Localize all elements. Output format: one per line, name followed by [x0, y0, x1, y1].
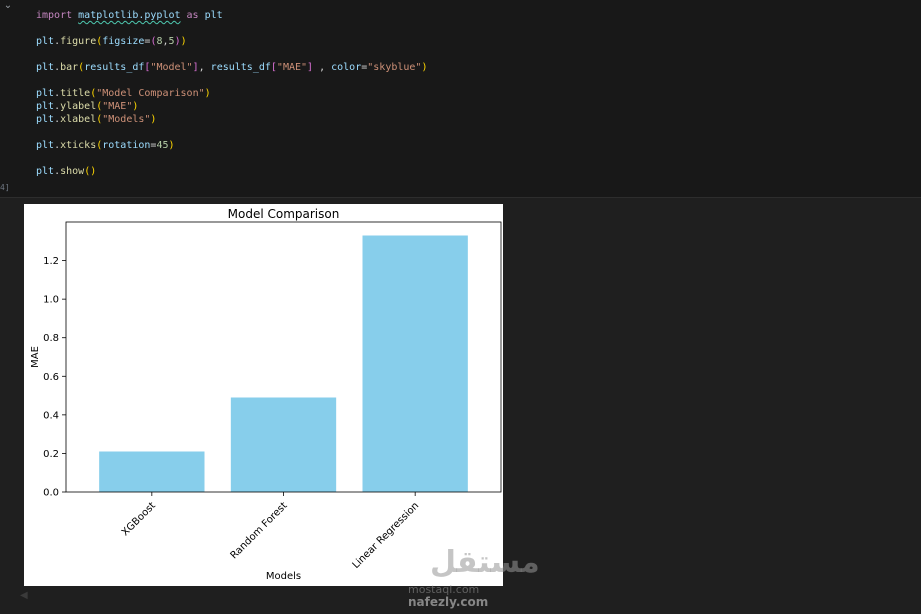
code-token: as: [180, 10, 205, 21]
bar-chart: Model Comparison MAE Models 0.0 0.2 0.4 0.6…: [30, 207, 502, 582]
x-tick-label: Linear Regression: [351, 500, 422, 571]
y-tick-label: 1.2: [43, 256, 59, 267]
code-token: 45: [156, 140, 169, 151]
code-token: plt: [204, 10, 223, 21]
x-tick-label: XGBoost: [120, 500, 158, 538]
y-tick-label: 0.0: [43, 488, 59, 499]
code-token: rotation: [102, 140, 151, 151]
code-token: ): [168, 140, 175, 151]
code-token: plt: [36, 88, 55, 99]
code-token: matplotlib.pyplot: [78, 10, 181, 21]
code-token: ,: [313, 62, 332, 73]
code-token: figure: [60, 36, 97, 47]
y-tick-label: 0.6: [43, 372, 59, 383]
code-token: show: [60, 166, 85, 177]
code-token: color: [331, 62, 362, 73]
cell-output: Model Comparison MAE Models 0.0 0.2 0.4 0.6…: [24, 204, 503, 586]
code-token: bar: [60, 62, 79, 73]
code-line: plt.title("Model Comparison"): [36, 87, 427, 100]
code-line: plt.show(): [36, 165, 427, 178]
code-token: results_df: [210, 62, 271, 73]
y-axis-label: MAE: [30, 346, 41, 368]
code-token: figsize: [102, 36, 145, 47]
execution-count: 4]: [0, 183, 10, 192]
watermark-text-2: nafezly.com: [408, 595, 489, 609]
chevron-down-icon[interactable]: ⌄: [2, 0, 14, 12]
code-token: ): [132, 101, 139, 112]
y-tick-label: 0.2: [43, 449, 59, 460]
code-editor[interactable]: import matplotlib.pyplot as plt plt.figur…: [36, 9, 427, 178]
code-line: import matplotlib.pyplot as plt: [36, 9, 427, 22]
code-line: plt.xlabel("Models"): [36, 113, 427, 126]
code-token: ): [180, 36, 187, 47]
code-token: ): [421, 62, 428, 73]
code-cell[interactable]: ⌄ 4] import matplotlib.pyplot as plt plt.…: [0, 0, 921, 198]
code-token: title: [60, 88, 91, 99]
code-token: xlabel: [60, 114, 97, 125]
code-token: plt: [36, 166, 55, 177]
code-token: results_df: [84, 62, 145, 73]
bar: [230, 397, 337, 492]
code-line: plt.xticks(rotation=45): [36, 139, 427, 152]
y-tick-label: 1.0: [43, 295, 59, 306]
code-line: plt.figure(figsize=(8,5)): [36, 35, 427, 48]
code-token: "Models": [102, 114, 151, 125]
code-line: plt.bar(results_df["Model"], results_df[…: [36, 61, 427, 74]
y-tick-label: 0.8: [43, 333, 59, 344]
code-token: plt: [36, 114, 55, 125]
code-token: "skyblue": [367, 62, 422, 73]
x-tick-label: Random Forest: [229, 500, 290, 561]
bar: [99, 451, 205, 492]
code-token: xticks: [60, 140, 97, 151]
code-line: plt.ylabel("MAE"): [36, 100, 427, 113]
code-token: ): [150, 114, 157, 125]
scroll-left-icon[interactable]: ◀: [20, 590, 30, 602]
code-token: plt: [36, 140, 55, 151]
code-token: plt: [36, 62, 55, 73]
code-token: import: [36, 10, 79, 21]
code-token: (): [84, 166, 97, 177]
notebook: ⌄ 4] import matplotlib.pyplot as plt plt.…: [0, 0, 921, 614]
y-tick-label: 0.4: [43, 410, 59, 421]
code-token: "Model Comparison": [96, 88, 205, 99]
code-token: plt: [36, 101, 55, 112]
chart-title: Model Comparison: [228, 207, 340, 221]
code-token: ylabel: [60, 101, 97, 112]
code-token: ): [204, 88, 211, 99]
code-token: ,: [198, 62, 211, 73]
code-token: "MAE": [102, 101, 133, 112]
bar: [362, 235, 468, 492]
code-token: "MAE": [276, 62, 308, 73]
x-axis-label: Models: [266, 571, 301, 582]
code-token: "Model": [150, 62, 193, 73]
code-token: plt: [36, 36, 55, 47]
